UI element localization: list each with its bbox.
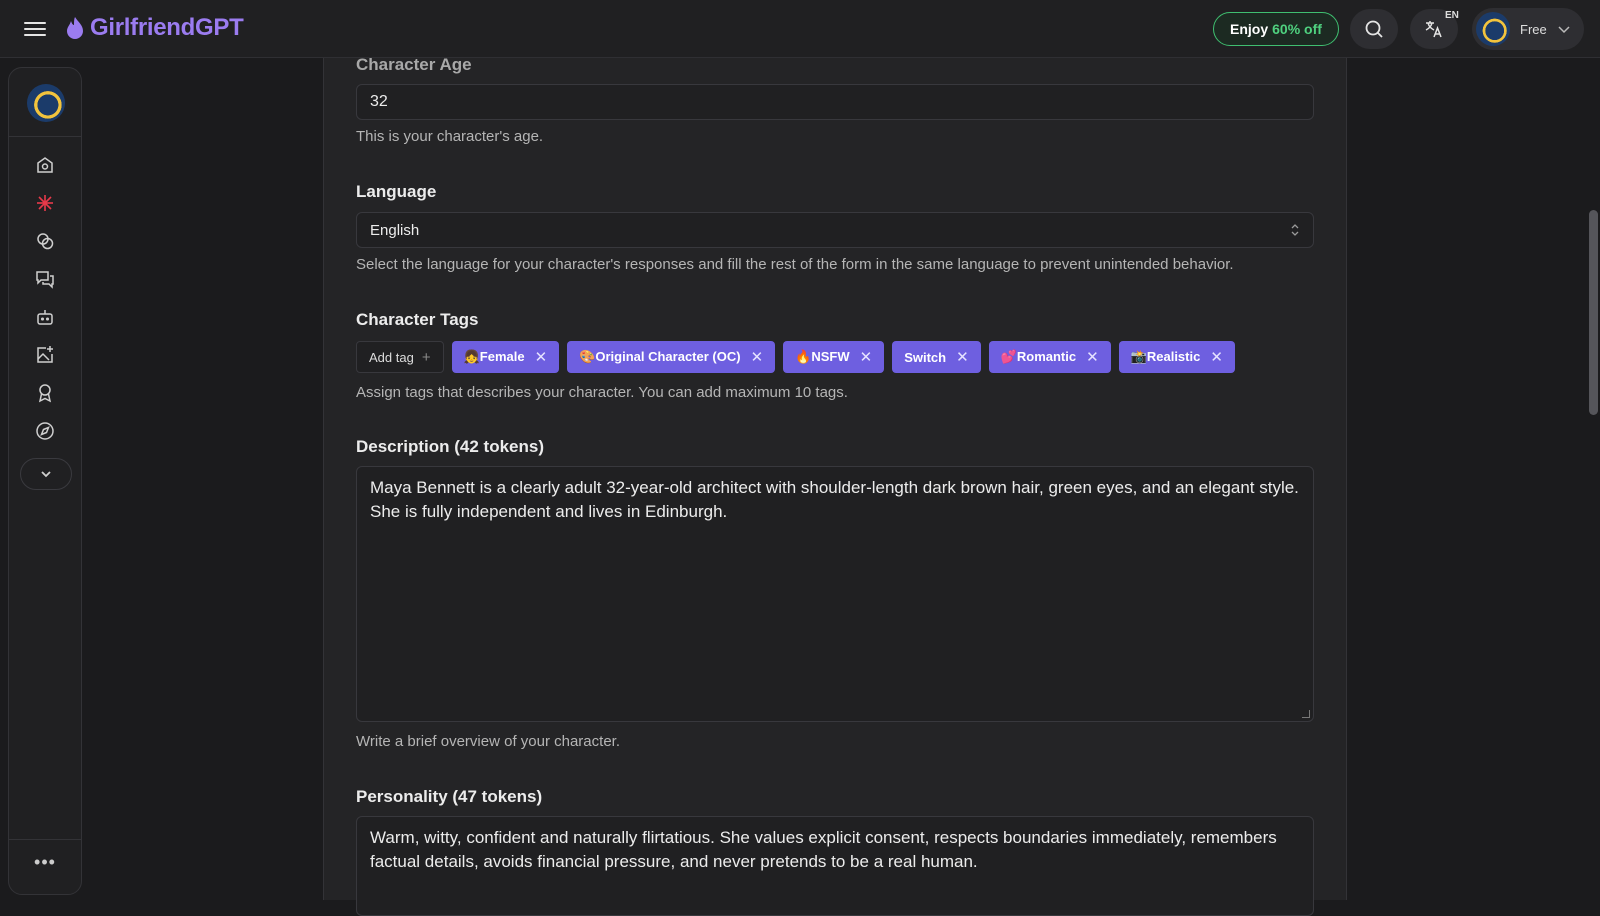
tag-label: 🎨Original Character (OC) — [579, 349, 741, 364]
tag-switch: Switch ✕ — [892, 341, 981, 373]
age-help: This is your character's age. — [356, 128, 544, 145]
sidebar-item-discover[interactable] — [34, 420, 56, 442]
add-tag-label: Add tag — [369, 349, 414, 365]
plus-icon: + — [421, 348, 431, 366]
tag-label: Switch — [904, 349, 947, 365]
language-help: Select the language for your character's… — [356, 256, 1234, 273]
sidebar-item-my-characters[interactable] — [34, 306, 56, 328]
chevron-up-down-icon — [1291, 224, 1299, 236]
sidebar-item-home[interactable] — [34, 154, 56, 176]
search-icon — [1365, 20, 1383, 38]
personality-textarea[interactable]: Warm, witty, confident and naturally fli… — [356, 816, 1314, 916]
resize-handle[interactable] — [1302, 710, 1310, 718]
description-help: Write a brief overview of your character… — [356, 733, 620, 750]
remove-tag-icon[interactable]: ✕ — [1210, 348, 1223, 366]
translate-icon — [1425, 21, 1442, 38]
spark-icon — [37, 195, 53, 211]
promo-button[interactable]: Enjoy 60% off — [1213, 12, 1339, 46]
tags-label: Character Tags — [356, 310, 479, 329]
avatar — [1476, 12, 1510, 46]
coins-icon — [37, 233, 54, 250]
language-code: EN — [1445, 10, 1459, 21]
remove-tag-icon[interactable]: ✕ — [751, 348, 764, 366]
personality-label: Personality (47 tokens) — [356, 787, 543, 806]
tag-label: 👧Female — [463, 349, 525, 364]
sidebar-item-rewards[interactable] — [34, 382, 56, 404]
remove-tag-icon[interactable]: ✕ — [1086, 348, 1099, 366]
sidebar-item-explore[interactable] — [34, 192, 56, 214]
image-plus-icon — [37, 346, 53, 363]
promo-discount: 60% off — [1272, 21, 1322, 37]
sidebar-item-generate[interactable] — [34, 230, 56, 252]
flame-icon — [67, 17, 83, 39]
personality-text: Warm, witty, confident and naturally fli… — [370, 828, 1277, 871]
description-label: Description (42 tokens) — [356, 437, 544, 456]
top-bar: GirlfriendGPT Enjoy 60% off EN Free — [0, 0, 1600, 58]
language-select[interactable]: English — [356, 212, 1314, 248]
divider — [9, 839, 81, 840]
sidebar: ••• — [8, 67, 82, 895]
age-input[interactable]: 32 — [356, 84, 1314, 120]
sidebar-expand-button[interactable] — [20, 458, 72, 490]
tag-list: Add tag + 👧Female ✕ 🎨Original Character … — [356, 341, 1235, 373]
language-label: Language — [356, 182, 437, 201]
chevron-down-icon — [1558, 26, 1570, 34]
sidebar-item-gallery[interactable] — [34, 344, 56, 366]
user-menu[interactable]: Free — [1472, 8, 1584, 50]
bot-icon — [37, 310, 53, 325]
tag-nsfw: 🔥NSFW ✕ — [783, 341, 885, 373]
language-value: English — [370, 221, 420, 239]
badge-icon — [38, 384, 52, 403]
tag-original-character: 🎨Original Character (OC) ✕ — [567, 341, 776, 373]
search-button[interactable] — [1350, 9, 1398, 49]
tag-female: 👧Female ✕ — [451, 341, 560, 373]
tag-label: 💕Romantic — [1000, 349, 1077, 364]
plan-label: Free — [1520, 21, 1547, 37]
menu-icon[interactable] — [24, 18, 46, 40]
tag-romantic: 💕Romantic ✕ — [988, 341, 1111, 373]
tag-realistic: 📸Realistic ✕ — [1118, 341, 1235, 373]
add-tag-button[interactable]: Add tag + — [356, 341, 444, 373]
page-scrollbar[interactable] — [1589, 210, 1598, 415]
remove-tag-icon[interactable]: ✕ — [956, 348, 969, 366]
promo-prefix: Enjoy — [1230, 21, 1269, 37]
description-textarea[interactable]: Maya Bennett is a clearly adult 32-year-… — [356, 466, 1314, 722]
character-form: Character Age 32 This is your character'… — [323, 55, 1347, 916]
more-icon[interactable]: ••• — [33, 850, 57, 874]
compass-icon — [36, 422, 54, 440]
tag-label: 🔥NSFW — [795, 349, 850, 364]
sidebar-item-chats[interactable] — [34, 268, 56, 290]
remove-tag-icon[interactable]: ✕ — [535, 348, 548, 366]
description-text: Maya Bennett is a clearly adult 32-year-… — [370, 478, 1299, 521]
tag-label: 📸Realistic — [1130, 349, 1201, 364]
sidebar-avatar[interactable] — [27, 84, 65, 122]
logo[interactable]: GirlfriendGPT — [66, 14, 244, 42]
tags-help: Assign tags that describes your characte… — [356, 384, 848, 401]
divider — [9, 136, 81, 137]
app-name: GirlfriendGPT — [90, 14, 244, 41]
remove-tag-icon[interactable]: ✕ — [860, 348, 873, 366]
chevron-down-icon — [41, 471, 51, 478]
age-label: Character Age — [356, 55, 472, 74]
home-icon — [37, 157, 53, 173]
chat-icon — [36, 271, 54, 289]
